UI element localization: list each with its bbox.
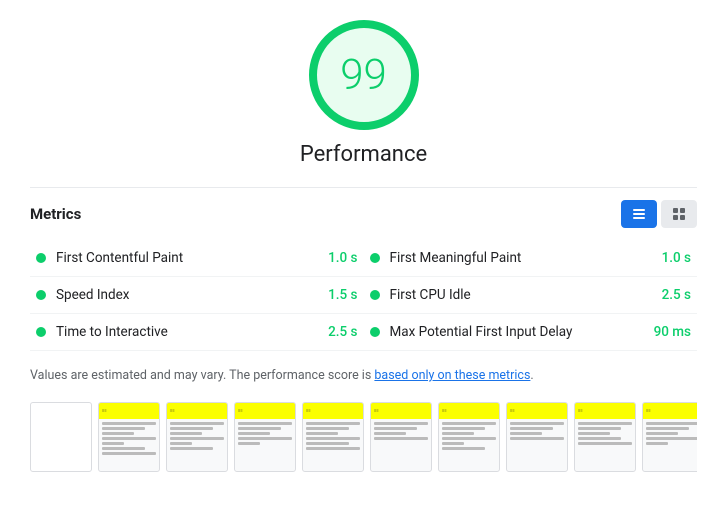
metric-name: Max Potential First Input Delay xyxy=(390,324,646,340)
metric-dot xyxy=(370,290,380,300)
metric-name: First CPU Idle xyxy=(390,287,654,303)
list-icon xyxy=(631,206,647,222)
metric-value: 1.0 s xyxy=(328,250,357,266)
metric-row: Time to Interactive 2.5 s xyxy=(30,314,364,351)
thumbnail-header: ≡≡ xyxy=(303,403,363,419)
footnote-text-after: . xyxy=(530,368,533,383)
score-label: Performance xyxy=(300,142,427,167)
metric-dot xyxy=(370,253,380,263)
thumbnail: ≡≡ xyxy=(166,402,228,472)
grid-view-button[interactable] xyxy=(661,200,697,228)
metric-value: 2.5 s xyxy=(328,324,357,340)
footnote-link[interactable]: based only on these metrics xyxy=(374,368,530,383)
score-section: 99 Performance xyxy=(30,20,697,167)
metric-name: First Contentful Paint xyxy=(56,250,320,266)
thumbnail: ≡≡ xyxy=(506,402,568,472)
metrics-grid: First Contentful Paint 1.0 s First Meani… xyxy=(30,240,697,351)
metrics-header: Metrics xyxy=(30,187,697,228)
thumbnail-header: ≡≡ xyxy=(167,403,227,419)
thumbnail: ≡≡ xyxy=(98,402,160,472)
thumbnail-header: ≡≡ xyxy=(439,403,499,419)
grid-icon xyxy=(671,206,687,222)
thumbnail: ≡≡ xyxy=(438,402,500,472)
metrics-title: Metrics xyxy=(30,205,81,223)
thumbnail-header: ≡≡ xyxy=(643,403,697,419)
metric-row: First CPU Idle 2.5 s xyxy=(364,277,698,314)
metric-name: First Meaningful Paint xyxy=(390,250,654,266)
metric-value: 1.5 s xyxy=(328,287,357,303)
thumbnails-row: ≡≡ ≡≡ ≡≡ xyxy=(30,402,697,472)
metric-row: Max Potential First Input Delay 90 ms xyxy=(364,314,698,351)
metric-row: Speed Index 1.5 s xyxy=(30,277,364,314)
metric-row: First Meaningful Paint 1.0 s xyxy=(364,240,698,277)
footnote: Values are estimated and may vary. The p… xyxy=(30,367,697,386)
score-value: 99 xyxy=(340,51,387,100)
metric-value: 2.5 s xyxy=(662,287,691,303)
thumbnail-header: ≡≡ xyxy=(575,403,635,419)
thumbnail: ≡≡ xyxy=(574,402,636,472)
footnote-text-before: Values are estimated and may vary. The p… xyxy=(30,368,374,383)
thumbnail: ≡≡ xyxy=(642,402,697,472)
metric-row: First Contentful Paint 1.0 s xyxy=(30,240,364,277)
thumbnail-header: ≡≡ xyxy=(99,403,159,419)
metric-dot xyxy=(370,327,380,337)
view-toggle xyxy=(621,200,697,228)
thumbnail-header: ≡≡ xyxy=(507,403,567,419)
thumbnail: ≡≡ xyxy=(234,402,296,472)
metric-name: Time to Interactive xyxy=(56,324,320,340)
score-circle: 99 xyxy=(309,20,419,130)
list-view-button[interactable] xyxy=(621,200,657,228)
metric-value: 1.0 s xyxy=(662,250,691,266)
thumbnail-header: ≡≡ xyxy=(235,403,295,419)
metric-dot xyxy=(36,290,46,300)
thumbnail: ≡≡ xyxy=(370,402,432,472)
thumbnail: ≡≡ xyxy=(302,402,364,472)
metric-dot xyxy=(36,253,46,263)
metric-name: Speed Index xyxy=(56,287,320,303)
metric-value: 90 ms xyxy=(654,324,691,340)
thumbnail xyxy=(30,402,92,472)
thumbnail-header: ≡≡ xyxy=(371,403,431,419)
metric-dot xyxy=(36,327,46,337)
